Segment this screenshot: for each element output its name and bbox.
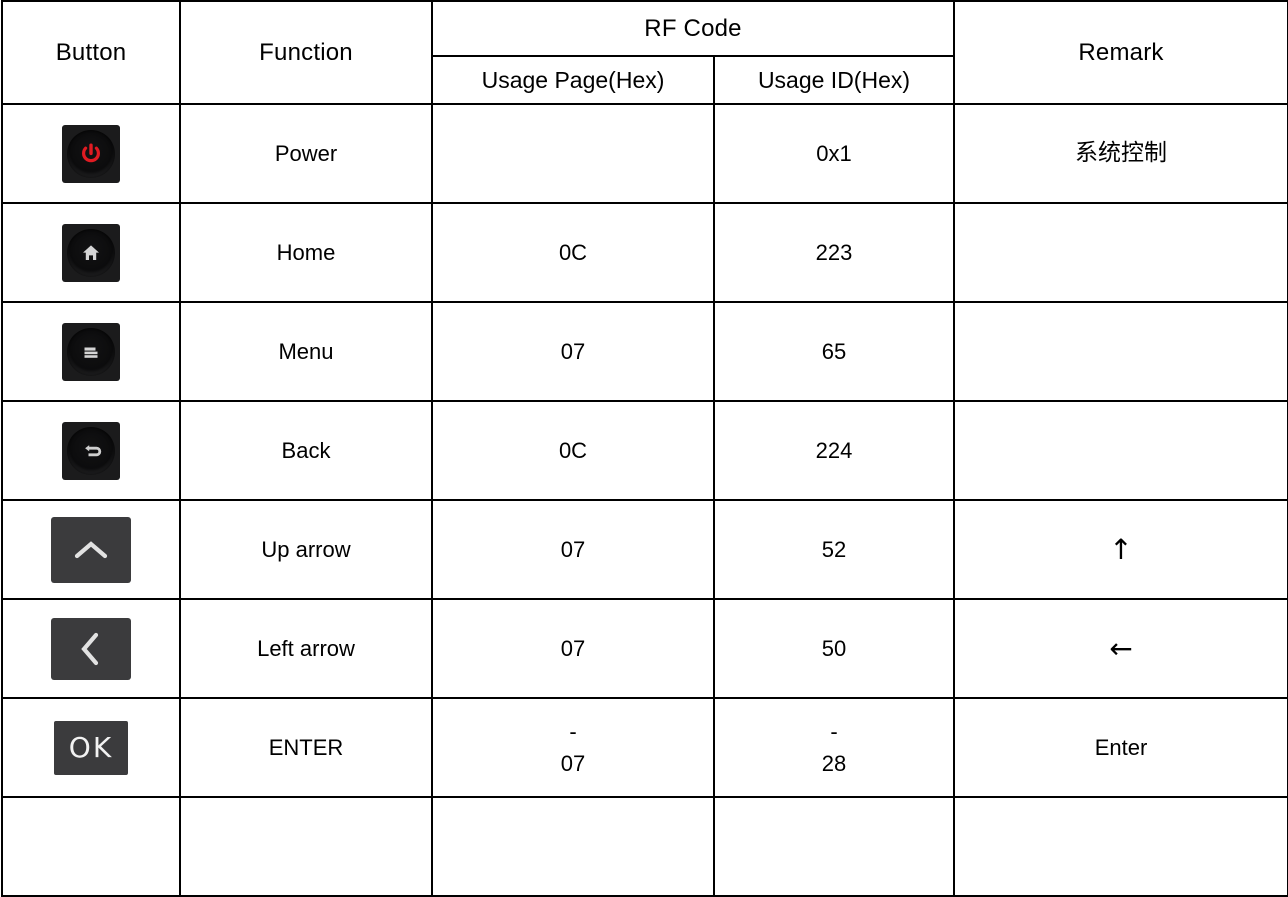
usage-page-value: 07 [560, 750, 586, 776]
remark-value: 系统控制 [1075, 140, 1167, 167]
power-icon [62, 124, 120, 183]
usage-page-cell: 0C [431, 202, 715, 303]
column-header-remark: Remark [953, 0, 1288, 105]
remark-cell [953, 202, 1288, 303]
usage-page-value: 0C [558, 239, 588, 265]
remark-value: ↑ [1109, 532, 1133, 566]
key-glyph [62, 422, 120, 480]
key-glyph [62, 224, 120, 282]
function-label: Menu [278, 338, 334, 364]
function-cell: Menu [179, 301, 433, 402]
column-header-usage-page: Usage Page(Hex) [431, 55, 715, 105]
button-cell: OK [1, 697, 181, 798]
column-header-button: Button [1, 0, 181, 105]
function-cell: Back [179, 400, 433, 501]
button-cell [1, 598, 181, 699]
function-label: Home [276, 239, 336, 265]
usage-page-cell [431, 103, 715, 204]
usage-id-value: 223 [815, 239, 853, 265]
usage-page-value: 0C [558, 437, 588, 463]
remark-cell: ↑ [953, 499, 1288, 600]
button-cell [1, 499, 181, 600]
usage-page-cell: 0C [431, 400, 715, 501]
function-label: Left arrow [257, 635, 355, 661]
table-row: Power 0x1 系统控制 [1, 103, 1288, 204]
table-row: Menu 07 65 [1, 301, 1288, 402]
usage-id-value: 0x1 [816, 140, 852, 166]
left-arrow-icon [51, 617, 131, 680]
usage-id-cell: - 28 [713, 697, 955, 798]
column-header-function: Function [179, 0, 433, 105]
remark-value: Enter [1094, 734, 1148, 760]
column-header-usage-id: Usage ID(Hex) [713, 55, 955, 105]
rf-code-table: Button Function RF Code Remark Usage Pag… [1, 0, 1288, 897]
remark-cell: 系统控制 [953, 103, 1288, 204]
document-page: Button Function RF Code Remark Usage Pag… [0, 0, 1288, 897]
up-arrow-icon [51, 516, 131, 583]
table-row: OK ENTER - 07 - 28 Enter [1, 697, 1288, 798]
remark-cell: ← [953, 598, 1288, 699]
usage-page-dash: - [569, 718, 577, 744]
usage-page-cell: - 07 [431, 697, 715, 798]
usage-id-cell: 52 [713, 499, 955, 600]
usage-id-cell: 50 [713, 598, 955, 699]
usage-page-cell [431, 796, 715, 897]
button-cell [1, 103, 181, 204]
remark-cell [953, 796, 1288, 897]
usage-id-cell: 65 [713, 301, 955, 402]
usage-page-cell: 07 [431, 301, 715, 402]
button-cell [1, 301, 181, 402]
usage-id-value: 50 [821, 635, 847, 661]
remark-value: ← [1109, 631, 1133, 665]
menu-icon [62, 322, 120, 381]
button-cell [1, 400, 181, 501]
usage-id-value: 28 [821, 750, 847, 776]
remark-cell [953, 400, 1288, 501]
function-cell [179, 796, 433, 897]
back-icon [62, 421, 120, 480]
function-label: Power [274, 140, 338, 166]
function-cell: ENTER [179, 697, 433, 798]
table-row: Up arrow 07 52 ↑ [1, 499, 1288, 600]
function-cell: Up arrow [179, 499, 433, 600]
table-body: Power 0x1 系统控制 Home 0C 223 Menu 07 65 Ba… [1, 103, 1288, 897]
home-icon [62, 223, 120, 282]
usage-id-cell: 0x1 [713, 103, 955, 204]
usage-page-value: 07 [560, 338, 586, 364]
table-header: Button Function RF Code Remark Usage Pag… [1, 0, 1288, 105]
key-glyph [62, 323, 120, 381]
remark-cell [953, 301, 1288, 402]
ok-label: OK [68, 731, 114, 764]
table-row: Back 0C 224 [1, 400, 1288, 501]
button-cell [1, 796, 181, 897]
usage-id-value: 224 [815, 437, 853, 463]
usage-page-cell: 07 [431, 598, 715, 699]
column-header-rf-code: RF Code [431, 0, 955, 57]
button-cell [1, 202, 181, 303]
table-row: Home 0C 223 [1, 202, 1288, 303]
usage-page-value: 07 [560, 635, 586, 661]
usage-page-value: 07 [560, 536, 586, 562]
table-row-partial [1, 796, 1288, 897]
function-cell: Left arrow [179, 598, 433, 699]
remark-cell: Enter [953, 697, 1288, 798]
header-row-top: Button Function RF Code Remark [1, 0, 1288, 105]
function-cell: Home [179, 202, 433, 303]
ok-icon: OK [54, 720, 128, 775]
usage-id-cell: 223 [713, 202, 955, 303]
function-label: Up arrow [261, 536, 351, 562]
usage-page-cell: 07 [431, 499, 715, 600]
function-label: ENTER [268, 734, 344, 760]
function-cell: Power [179, 103, 433, 204]
usage-id-cell: 224 [713, 400, 955, 501]
table-row: Left arrow 07 50 ← [1, 598, 1288, 699]
usage-id-value: 65 [821, 338, 847, 364]
usage-id-dash: - [830, 718, 838, 744]
key-glyph [62, 125, 120, 183]
usage-id-cell [713, 796, 955, 897]
usage-id-value: 52 [821, 536, 847, 562]
function-label: Back [281, 437, 331, 463]
